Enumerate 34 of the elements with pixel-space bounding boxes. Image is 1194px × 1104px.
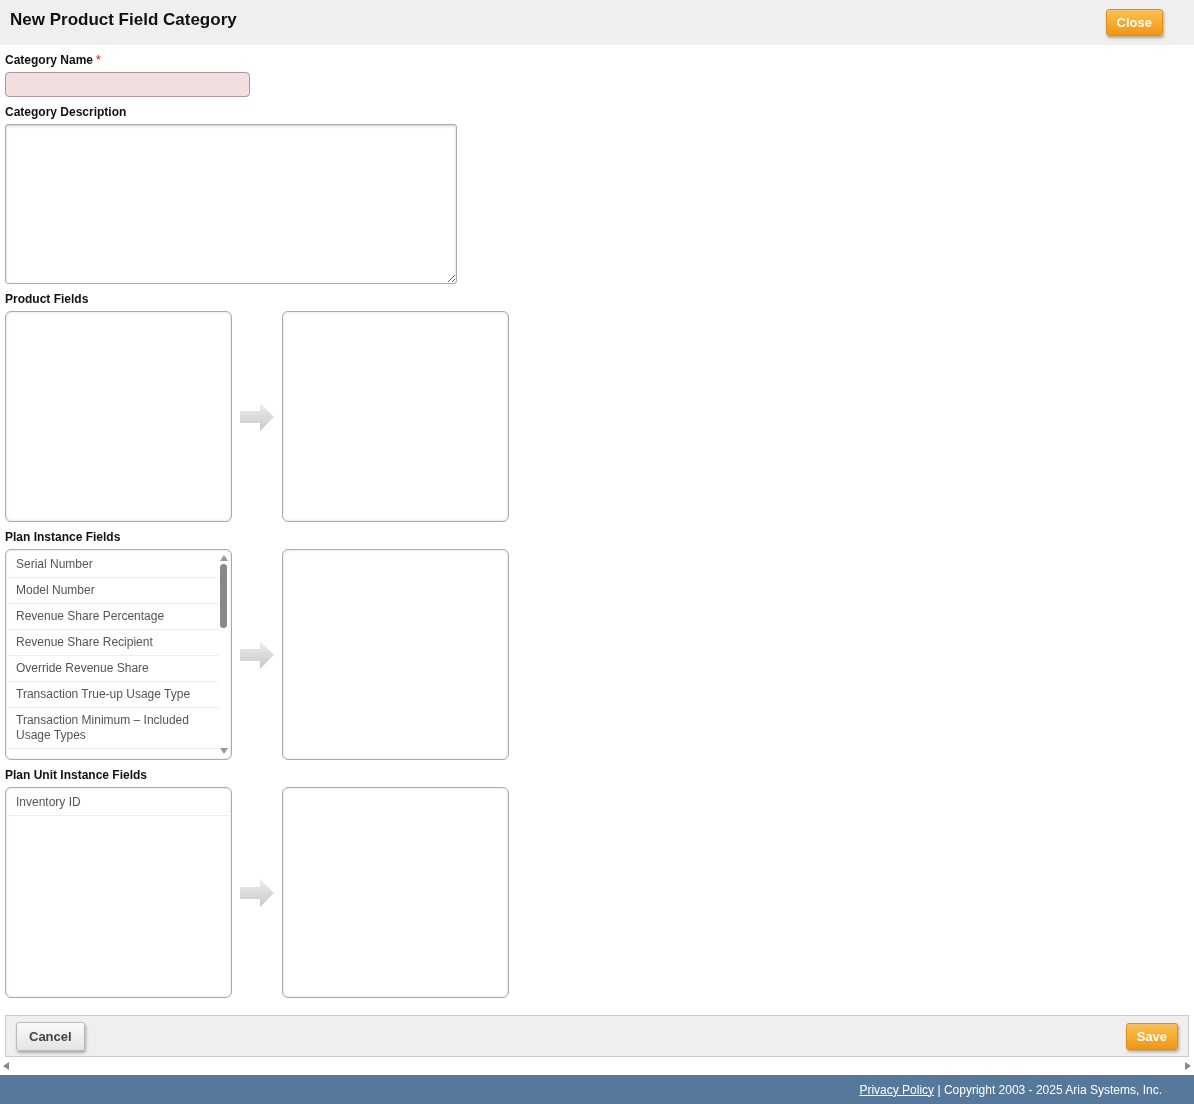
scroll-right-icon[interactable] xyxy=(1184,1061,1192,1071)
list-item[interactable]: Revenue Share Recipient xyxy=(8,630,218,656)
copyright-text: | Copyright 2003 - 2025 Aria Systems, Inc. xyxy=(936,1082,1162,1097)
selected-list[interactable] xyxy=(282,549,509,760)
required-mark: * xyxy=(96,53,101,67)
right-arrow-icon[interactable] xyxy=(240,640,274,669)
list-item[interactable]: Override Revenue Share xyxy=(8,656,218,682)
selected-list[interactable] xyxy=(282,311,509,522)
available-list[interactable]: Serial Number Model Number Revenue Share Percentage Revenue Share Recipient Override Revenue Share Transaction True-up Usage Type Transaction Minimum – Included Usage Types xyxy=(5,549,232,760)
scroll-left-icon[interactable] xyxy=(2,1061,10,1071)
list-item[interactable]: Inventory ID xyxy=(8,790,229,816)
right-arrow-icon[interactable] xyxy=(240,878,274,907)
selected-list[interactable] xyxy=(282,787,509,998)
category-description-field[interactable] xyxy=(5,124,457,284)
field-label: Product Fields xyxy=(5,292,89,306)
field-label: Plan Unit Instance Fields xyxy=(5,768,148,782)
page-title: New Product Field Category xyxy=(10,9,237,30)
privacy-policy-link[interactable]: Privacy Policy xyxy=(859,1082,935,1097)
list-item[interactable]: Model Number xyxy=(8,578,218,604)
list-item[interactable]: Serial Number xyxy=(8,552,218,578)
category-name-field[interactable] xyxy=(5,72,250,97)
list-item[interactable]: Transaction Minimum – Included Usage Types xyxy=(8,708,218,749)
scroll-down-icon[interactable] xyxy=(218,747,229,755)
available-list[interactable]: Inventory ID xyxy=(5,787,232,998)
field-label: Category Description xyxy=(5,105,127,119)
field-label: Plan Instance Fields xyxy=(5,530,121,544)
list-item[interactable]: Revenue Share Percentage xyxy=(8,604,218,630)
field-label: Category Name xyxy=(5,53,94,67)
cancel-button[interactable]: Cancel xyxy=(16,1021,85,1051)
available-list[interactable] xyxy=(5,311,232,522)
scrollbar-thumb[interactable] xyxy=(220,564,227,628)
scroll-up-icon[interactable] xyxy=(218,554,229,562)
list-item[interactable]: Transaction True-up Usage Type xyxy=(8,682,218,708)
right-arrow-icon[interactable] xyxy=(240,402,274,431)
